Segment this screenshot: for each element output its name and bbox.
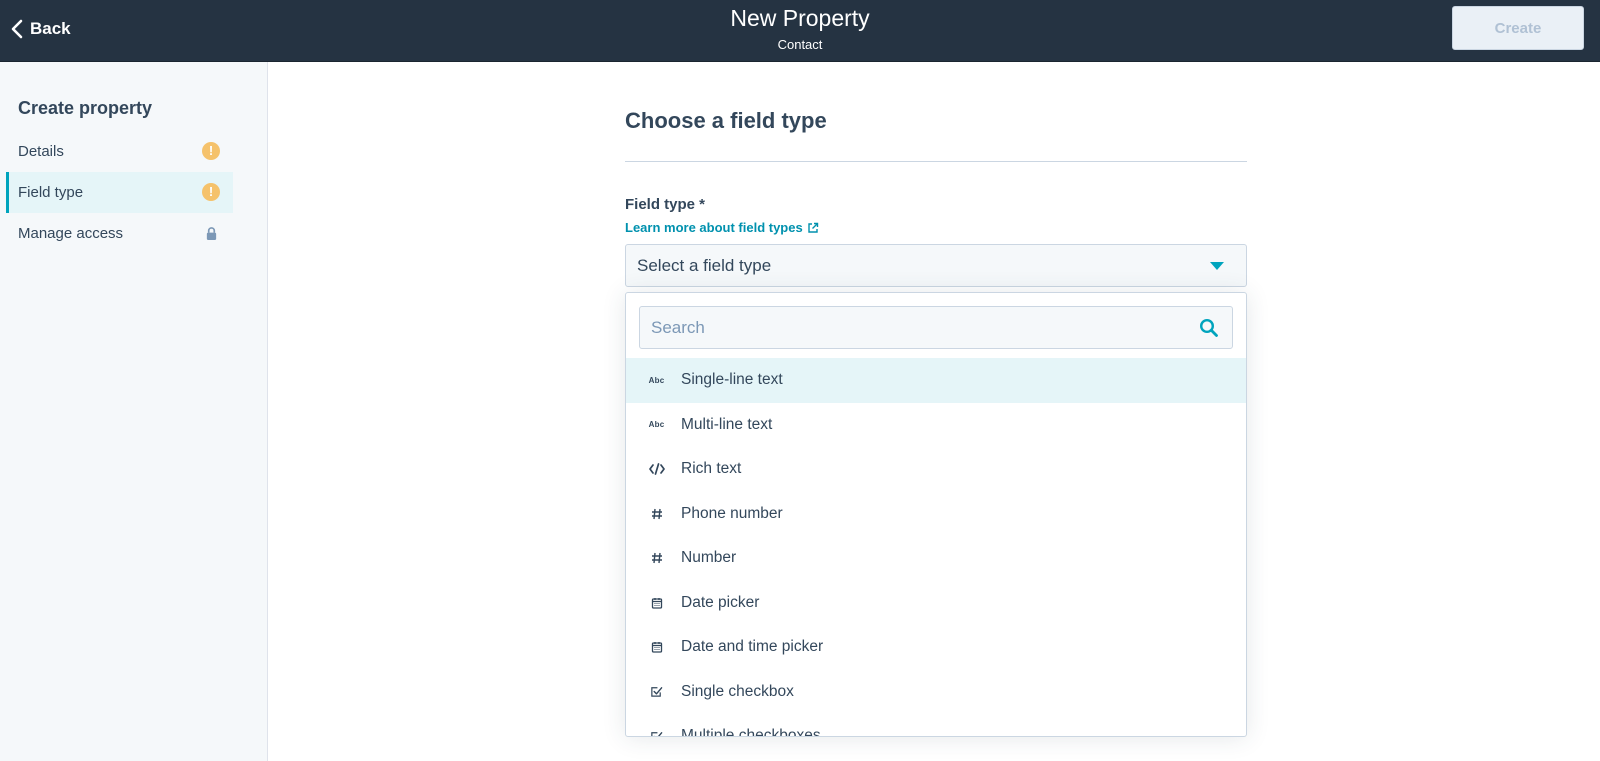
page-subtitle: Contact: [777, 37, 823, 52]
sidebar: Create property Details ! Field type ! M…: [0, 62, 268, 761]
sidebar-item-details[interactable]: Details !: [6, 131, 233, 172]
field-type-dropdown: Abc Single-line text Abc Multi-line text…: [625, 292, 1247, 737]
option-label: Date picker: [681, 593, 760, 611]
option-multi-line-text[interactable]: Abc Multi-line text: [626, 403, 1246, 448]
page-title-group: New Property Contact: [0, 4, 1600, 54]
option-phone-number[interactable]: Phone number: [626, 492, 1246, 537]
warning-icon: !: [202, 183, 220, 201]
search-input[interactable]: [640, 307, 1180, 348]
option-multiple-checkboxes[interactable]: Multiple checkboxes: [626, 714, 1246, 737]
sidebar-item-field-type[interactable]: Field type !: [6, 172, 233, 213]
option-single-line-text[interactable]: Abc Single-line text: [626, 358, 1246, 403]
sidebar-item-label: Field type: [18, 184, 84, 201]
option-label: Rich text: [681, 460, 742, 478]
hash-icon: [648, 550, 665, 567]
abc-icon: Abc: [648, 420, 665, 430]
external-link-icon: [808, 222, 818, 233]
code-icon: [648, 461, 665, 478]
option-single-checkbox[interactable]: Single checkbox: [626, 670, 1246, 715]
top-bar: Back New Property Contact Create: [0, 0, 1600, 62]
sidebar-heading: Create property: [18, 98, 153, 118]
option-label: Date and time picker: [681, 638, 824, 656]
field-type-select[interactable]: Select a field type: [625, 244, 1247, 287]
divider: [625, 161, 1247, 162]
calendar-icon: [648, 639, 665, 656]
option-label: Phone number: [681, 504, 783, 522]
section-title: Choose a field type: [625, 108, 827, 133]
search-icon[interactable]: [1199, 318, 1219, 338]
option-label: Single checkbox: [681, 682, 794, 700]
sidebar-item-label: Manage access: [18, 225, 124, 242]
search-box: [639, 306, 1233, 349]
option-label: Multi-line text: [681, 415, 773, 433]
hash-icon: [648, 505, 665, 522]
sidebar-item-manage-access[interactable]: Manage access: [6, 213, 233, 254]
learn-more-link[interactable]: Learn more about field types: [625, 220, 819, 235]
caret-down-icon: [1210, 262, 1224, 270]
option-date-picker[interactable]: Date picker: [626, 581, 1246, 626]
select-placeholder: Select a field type: [637, 255, 772, 275]
option-label: Number: [681, 549, 737, 567]
option-label: Multiple checkboxes: [681, 727, 821, 737]
option-date-time-picker[interactable]: Date and time picker: [626, 625, 1246, 670]
field-type-label: Field type *: [625, 196, 706, 213]
warning-icon: !: [202, 142, 220, 160]
learn-more-label: Learn more about field types: [625, 220, 803, 235]
checkbox-icon: [648, 683, 665, 700]
option-rich-text[interactable]: Rich text: [626, 447, 1246, 492]
checkbox-icon: [648, 728, 665, 736]
create-button[interactable]: Create: [1452, 6, 1584, 50]
calendar-icon: [648, 594, 665, 611]
page-title: New Property: [730, 5, 870, 31]
abc-icon: Abc: [648, 375, 665, 385]
sidebar-item-label: Details: [18, 143, 64, 160]
lock-icon: [202, 224, 220, 242]
option-number[interactable]: Number: [626, 536, 1246, 581]
options-list: Abc Single-line text Abc Multi-line text…: [626, 358, 1246, 737]
option-label: Single-line text: [681, 371, 783, 389]
